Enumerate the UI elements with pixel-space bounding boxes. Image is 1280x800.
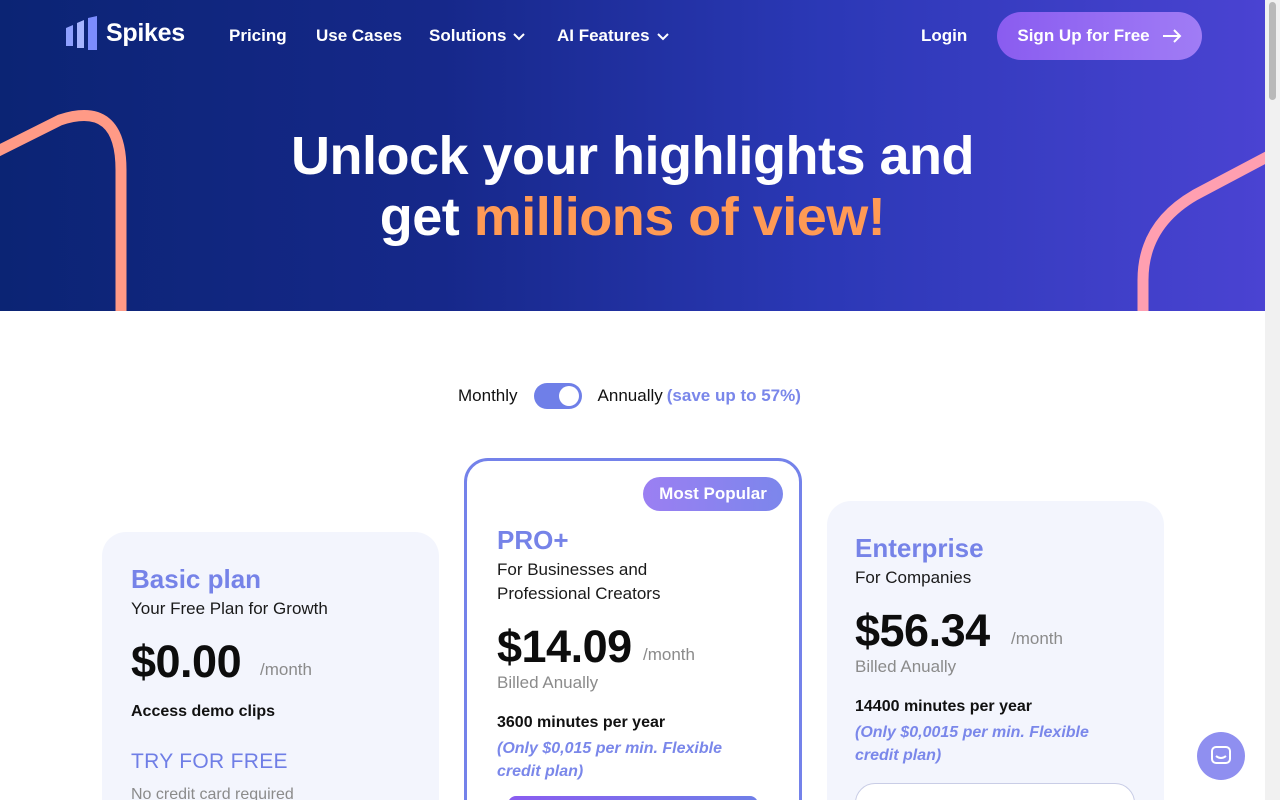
nav-solutions[interactable]: Solutions [429,26,526,46]
pro-plan-button[interactable] [508,796,758,800]
brand-logo[interactable]: Spikes [66,16,185,50]
plan-name-enterprise: Enterprise [855,533,984,563]
scrollbar-thumb[interactable] [1269,2,1276,100]
plan-feature-enterprise: 14400 minutes per year [855,698,1032,715]
toggle-knob [558,386,579,406]
badge-label: Most Popular [659,484,767,503]
plan-per-pro: /month [643,645,695,664]
nav-solutions-label: Solutions [429,26,507,45]
plan-feature-pro: 3600 minutes per year [497,714,666,731]
plan-subtitle-pro: For Businesses and Professional Creators [497,558,660,606]
brand-name: Spikes [106,18,185,47]
billing-toggle[interactable] [533,383,582,409]
headline-accent: millions of view! [473,187,886,247]
plan-price-basic: $0.00 [131,636,242,687]
chevron-down-icon [656,33,669,41]
bars-logo-icon [66,16,97,50]
plan-per-enterprise: /month [1011,629,1063,648]
hero-banner: Spikes Pricing Use Cases Solutions AI Fe… [0,0,1265,311]
chat-icon [1211,746,1231,764]
plan-feature-basic: Access demo clips [131,703,276,720]
plan-note-pro-line-2: credit plan) [497,763,584,780]
plan-subtitle-pro-line-2: Professional Creators [497,584,661,603]
plan-subtitle-enterprise: For Companies [855,568,972,587]
plan-note-basic: No credit card required [131,786,294,800]
headline-line-1: Unlock your highlights and [290,126,975,186]
billing-toggle-row: Monthly Annually (save up to 57%) [458,383,801,409]
plan-price-pro: $14.09 [497,621,632,672]
save-label: (save up to 57%) [666,386,801,405]
plan-billed-enterprise: Billed Anually [855,657,957,676]
plan-name-pro: PRO+ [497,525,569,555]
headline-line-2: get millions of view! [0,187,1265,248]
plan-name-basic: Basic plan [131,564,262,594]
plan-price-enterprise: $56.34 [855,605,990,656]
chat-launcher[interactable] [1197,732,1245,780]
login-link[interactable]: Login [921,26,967,46]
headline-prefix: get [379,187,474,247]
annually-label[interactable]: Annually [598,386,663,406]
nav-use-cases[interactable]: Use Cases [316,26,402,46]
enterprise-plan-button[interactable] [855,783,1135,800]
login-label: Login [921,26,968,45]
nav-pricing[interactable]: Pricing [229,26,287,46]
plan-note-enterprise-line-2: credit plan) [855,747,942,764]
nav-ai-features-label: AI Features [557,26,650,45]
signup-button[interactable]: Sign Up for Free [997,12,1202,60]
chevron-down-icon [513,33,526,41]
nav-use-cases-label: Use Cases [316,26,403,45]
try-for-free-button[interactable]: TRY FOR FREE [131,750,288,774]
monthly-label[interactable]: Monthly [458,386,518,406]
plan-note-pro: (Only $0,015 per min. Flexible credit pl… [497,737,722,783]
plan-subtitle-basic: Your Free Plan for Growth [131,599,328,618]
plan-billed-pro: Billed Anually [497,673,599,692]
arrow-right-icon [1162,29,1182,43]
nav-pricing-label: Pricing [229,26,287,45]
plan-subtitle-pro-line-1: For Businesses and [497,560,648,579]
plan-note-enterprise: (Only $0,0015 per min. Flexible credit p… [855,721,1089,767]
plan-note-enterprise-line-1: (Only $0,0015 per min. Flexible [855,724,1089,741]
page-scrollbar[interactable] [1265,0,1280,800]
top-nav: Spikes Pricing Use Cases Solutions AI Fe… [0,0,1265,72]
plan-note-pro-line-1: (Only $0,015 per min. Flexible [497,740,722,757]
plan-per-basic: /month [260,660,312,679]
signup-label: Sign Up for Free [1017,26,1150,45]
nav-ai-features[interactable]: AI Features [557,26,670,46]
hero-headline: Unlock your highlights and get millions … [0,126,1265,248]
most-popular-badge: Most Popular [643,477,783,511]
